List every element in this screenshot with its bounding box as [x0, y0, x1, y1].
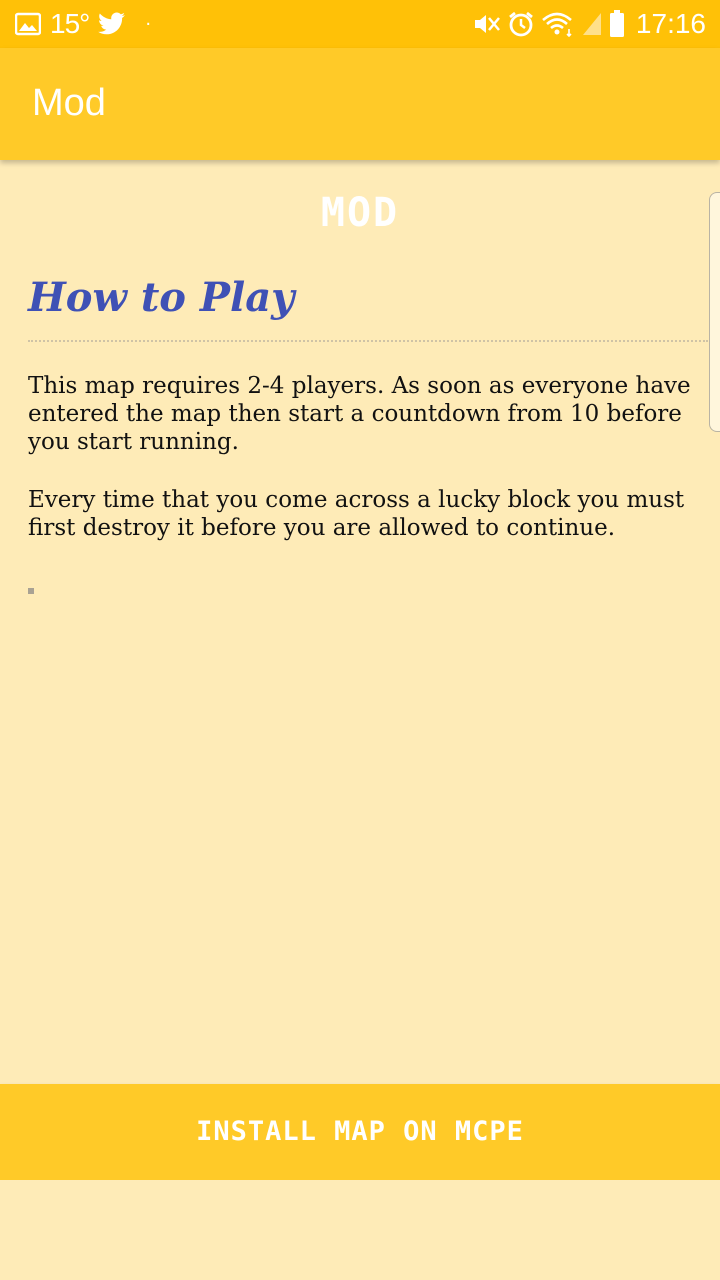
bottom-area [0, 1180, 720, 1280]
mod-logo-text: MOD [320, 190, 400, 236]
mute-icon [473, 11, 501, 37]
install-map-button[interactable]: INSTALL MAP ON MCPE [0, 1084, 720, 1180]
status-bar-right: 17:16 [470, 8, 706, 40]
instruction-paragraph: This map requires 2-4 players. As soon a… [28, 373, 691, 455]
install-map-label: INSTALL MAP ON MCPE [196, 1116, 524, 1147]
clock-text: 17:16 [635, 8, 706, 39]
how-to-play-heading: How to Play [28, 274, 295, 321]
instruction-paragraph: Every time that you come across a lucky … [28, 487, 685, 541]
image-icon [15, 12, 41, 36]
bullet-marker [28, 588, 34, 594]
signal-icon [581, 11, 603, 37]
notification-dot: · [145, 13, 152, 35]
wifi-icon [541, 11, 575, 37]
battery-icon [609, 10, 625, 38]
alarm-icon [507, 10, 535, 38]
temperature-text: 15° [50, 8, 90, 39]
twitter-icon [98, 12, 126, 36]
dotted-divider [28, 340, 708, 342]
status-bar: 15° · 17:16 [0, 0, 720, 48]
status-bar-left: 15° · [12, 8, 151, 40]
scroll-handle[interactable] [709, 192, 720, 432]
app-title: Mod [32, 82, 106, 124]
content-area[interactable]: MOD How to Play This map requires 2-4 pl… [0, 160, 720, 1082]
app-bar: Mod [0, 48, 720, 160]
